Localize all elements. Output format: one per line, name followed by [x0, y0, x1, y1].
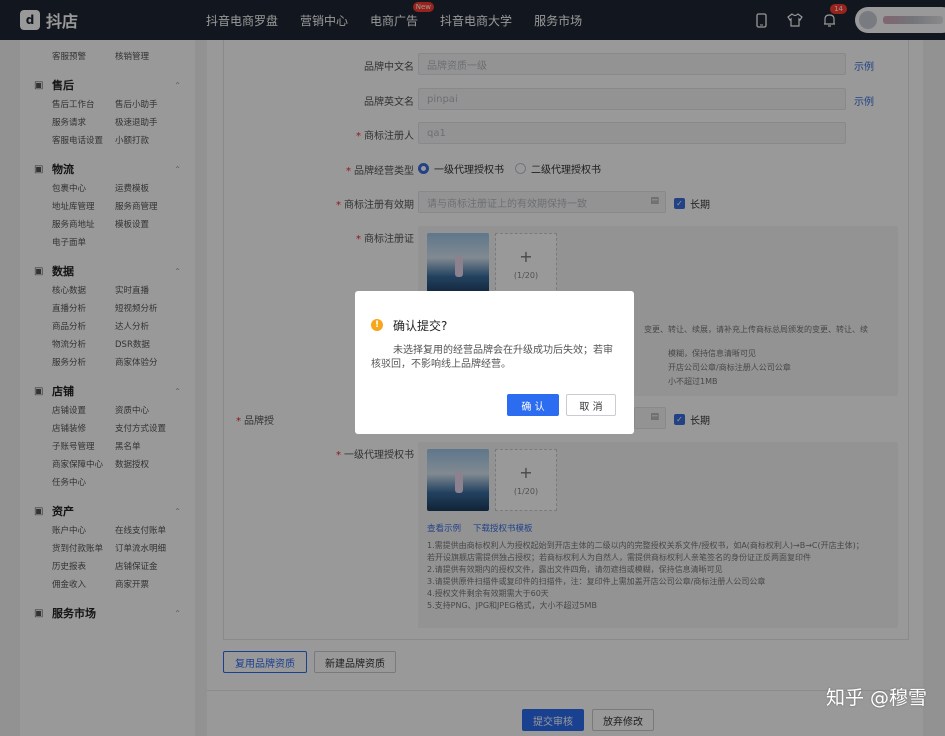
warning-icon: ! [371, 319, 383, 331]
confirm-submit-dialog: ! 确认提交? 未选择复用的经营品牌会在升级成功后失效；若审核驳回，不影响线上品… [355, 291, 634, 434]
watermark-text: 知乎 @穆雪 [825, 687, 927, 709]
dialog-confirm-button[interactable]: 确 认 [507, 394, 559, 416]
dialog-cancel-button[interactable]: 取 消 [566, 394, 616, 416]
dialog-body: 未选择复用的经营品牌会在升级成功后失效；若审核驳回，不影响线上品牌经营。 [371, 345, 613, 370]
dialog-title: 确认提交? [393, 319, 448, 333]
